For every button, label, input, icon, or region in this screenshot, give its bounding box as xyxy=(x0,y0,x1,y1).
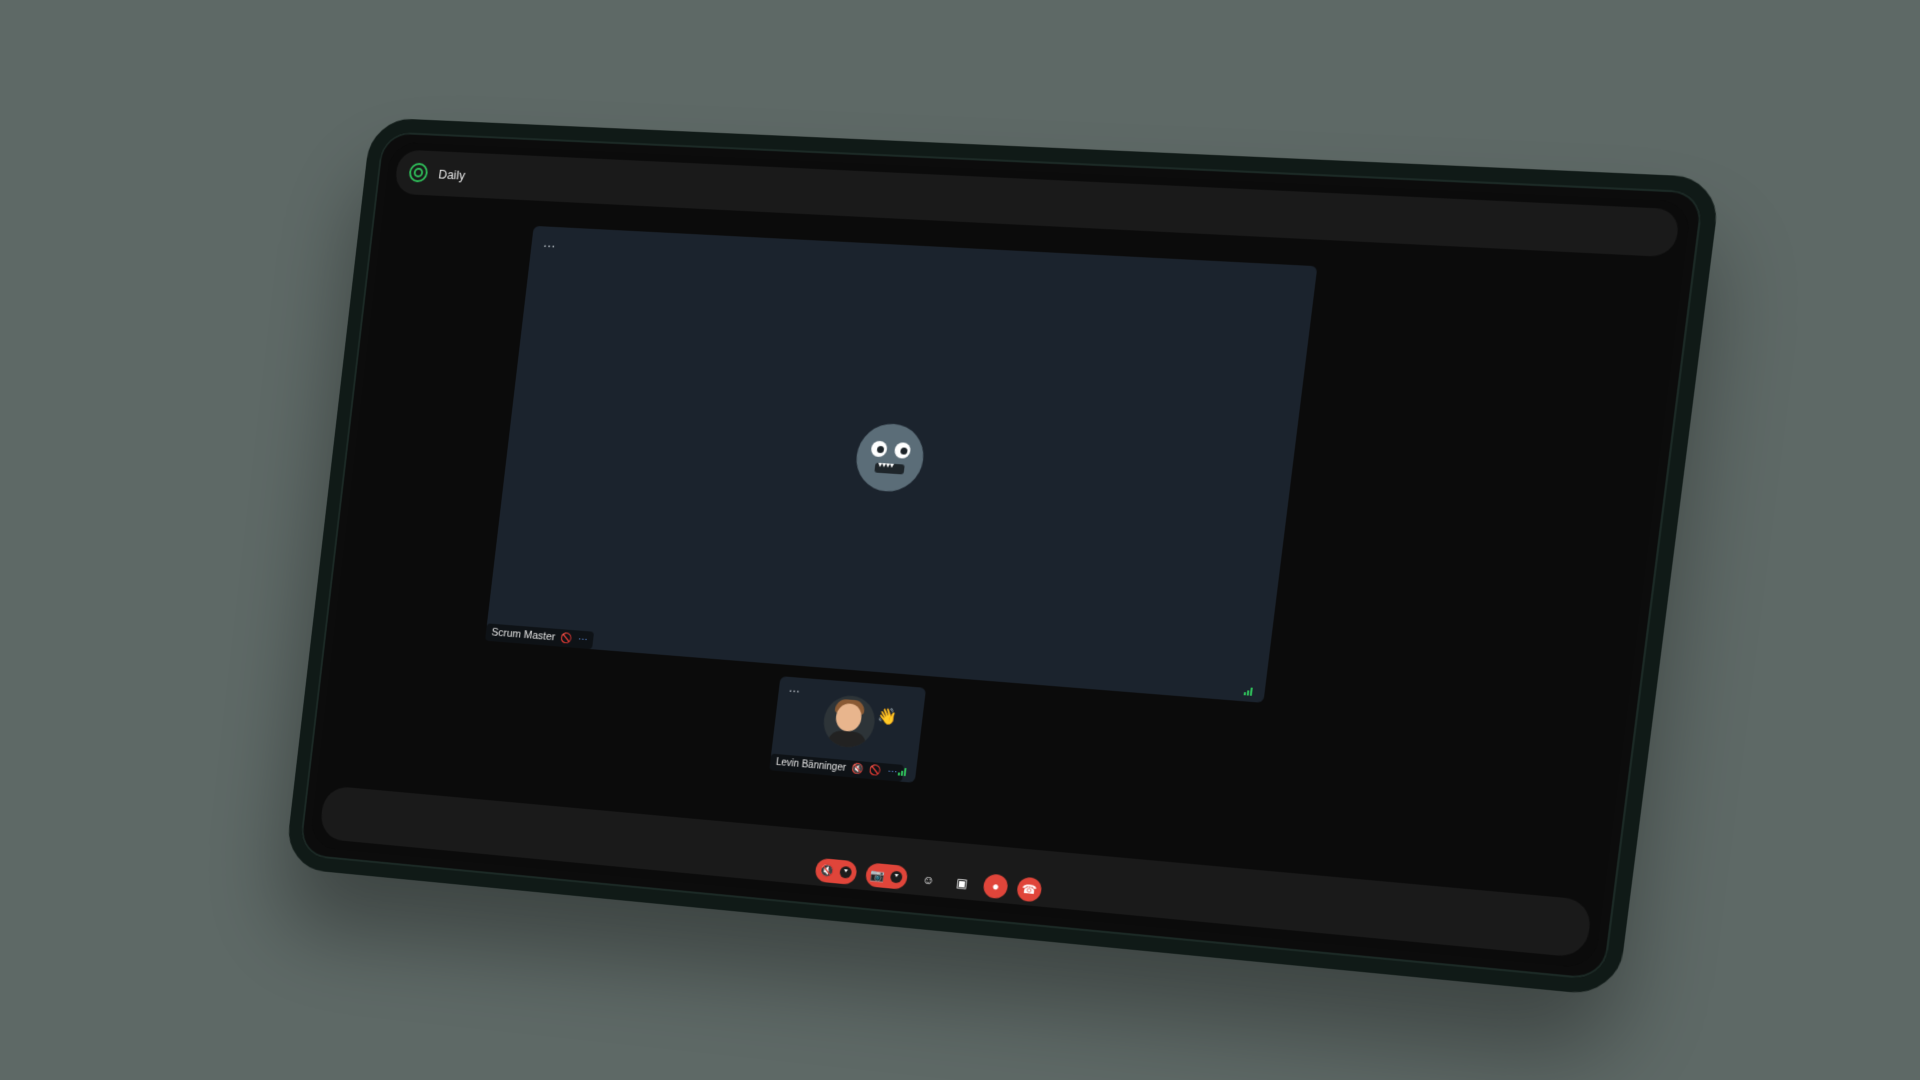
hangup-icon: ☎ xyxy=(1021,881,1038,898)
thumbnail-participant-more-icon[interactable]: ⋯ xyxy=(887,767,898,779)
main-participant-name-tag: Scrum Master 🚫 ⋯ xyxy=(484,623,595,650)
participant-name: Scrum Master xyxy=(490,626,556,644)
participant-name: Levin Bänninger xyxy=(775,756,847,774)
record-button[interactable]: ● xyxy=(982,873,1009,900)
toggle-mic-button[interactable]: 🔇 xyxy=(814,857,858,886)
main-tile-menu-button[interactable]: … xyxy=(542,234,558,250)
avatar-eye-left xyxy=(870,440,888,458)
video-call-screen: Daily … Scrum Master 🚫 ⋯ xyxy=(308,141,1693,970)
tablet-device-frame: Daily … Scrum Master 🚫 ⋯ xyxy=(284,117,1722,997)
mic-muted-icon: 🔇 xyxy=(850,763,865,776)
self-video-thumbnail[interactable]: … 👋 Levin Bänninger 🔇 🚫 ⋯ xyxy=(769,676,927,783)
thumbnail-menu-button[interactable]: … xyxy=(788,681,801,696)
participant-avatar-icon xyxy=(852,421,928,494)
app-title: Daily xyxy=(437,166,467,183)
avatar-mouth xyxy=(874,462,905,475)
memoji-body xyxy=(826,729,868,750)
camera-off-icon: 🚫 xyxy=(868,765,883,777)
record-icon: ● xyxy=(991,879,1001,894)
camera-off-icon: 🚫 xyxy=(560,632,574,645)
memoji-avatar xyxy=(820,693,878,750)
thumbnail-participant-name-tag: Levin Bänninger 🔇 🚫 ⋯ xyxy=(769,753,905,782)
leave-call-button[interactable]: ☎ xyxy=(1015,876,1043,903)
waving-hand-icon: 👋 xyxy=(876,707,898,727)
main-participant-more-icon[interactable]: ⋯ xyxy=(577,634,588,645)
network-signal-icon xyxy=(897,768,909,777)
emoji-icon: ☺ xyxy=(921,872,936,888)
network-signal-icon xyxy=(1243,687,1255,696)
toggle-camera-button[interactable]: 📷 xyxy=(864,862,909,890)
camera-options-chevron-icon[interactable] xyxy=(890,870,904,884)
share-screen-button[interactable]: ▣ xyxy=(949,870,976,896)
mic-muted-icon: 🔇 xyxy=(819,863,836,879)
app-logo-icon xyxy=(408,162,429,183)
mic-options-chevron-icon[interactable] xyxy=(839,865,853,879)
main-video-tile[interactable]: … Scrum Master 🚫 ⋯ xyxy=(484,225,1318,703)
screen-share-icon: ▣ xyxy=(955,875,969,891)
avatar-eye-right xyxy=(893,442,912,459)
reactions-button[interactable]: ☺ xyxy=(915,867,941,893)
camera-off-icon: 📷 xyxy=(869,867,886,883)
scene: Daily … Scrum Master 🚫 ⋯ xyxy=(0,0,1920,1080)
